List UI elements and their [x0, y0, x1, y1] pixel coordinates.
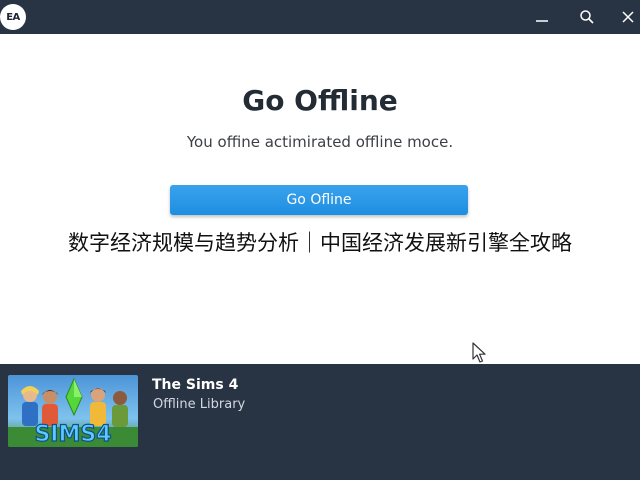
minimize-icon — [536, 20, 548, 22]
ea-logo[interactable]: EA — [0, 4, 26, 30]
ea-logo-text: EA — [6, 11, 20, 23]
library-footer: SIMS4 The Sims 4 Offline Library — [0, 364, 640, 480]
search-icon — [580, 10, 594, 24]
sims4-logo-text: SIMS4 — [34, 422, 111, 447]
title-bar: EA — [0, 0, 640, 34]
game-subtitle: Offline Library — [153, 397, 246, 412]
close-icon — [622, 11, 634, 23]
search-button[interactable] — [569, 0, 605, 34]
sims-cover-art: SIMS4 — [8, 377, 138, 447]
main-panel: Go Offline You offine actimirated offlin… — [0, 34, 640, 364]
go-offline-button[interactable]: Go Ofline — [170, 185, 468, 215]
game-title[interactable]: The Sims 4 — [152, 377, 238, 393]
mouse-cursor-icon — [472, 342, 486, 363]
overlay-banner-text: 数字经济规模与趋势分析｜中国经济发展新引擎全攻略 — [68, 231, 572, 255]
dialog-description: You offine actimirated offline moce. — [186, 133, 454, 151]
go-offline-button-label: Go Ofline — [286, 192, 352, 208]
dialog-title: Go Offline — [242, 84, 398, 117]
close-button[interactable] — [610, 0, 640, 34]
minimize-button[interactable] — [524, 0, 560, 34]
game-cover-image[interactable]: SIMS4 — [8, 375, 138, 447]
